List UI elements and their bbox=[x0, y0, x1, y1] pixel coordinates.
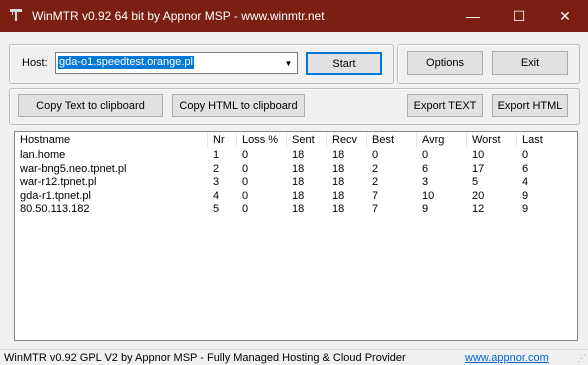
minimize-icon: — bbox=[466, 8, 480, 24]
host-label: Host: bbox=[22, 57, 48, 69]
cell-loss: 0 bbox=[242, 203, 249, 215]
cell-avrg: 3 bbox=[422, 176, 429, 188]
cell-avrg: 6 bbox=[422, 162, 429, 175]
title-bar: WinMTR v0.92 64 bit by Appnor MSP - www.… bbox=[0, 0, 588, 32]
cell-sent: 18 bbox=[292, 162, 305, 175]
cell-last: 6 bbox=[522, 162, 529, 175]
cell-avrg: 0 bbox=[422, 149, 429, 161]
column-header-last[interactable]: Last bbox=[517, 133, 577, 147]
cell-best: 7 bbox=[372, 203, 379, 215]
cell-nr: 3 bbox=[213, 176, 220, 188]
cell-last: 0 bbox=[522, 149, 529, 161]
cell-hostname: gda-r1.tpnet.pl bbox=[20, 189, 91, 202]
cell-loss: 0 bbox=[242, 176, 249, 188]
start-button[interactable]: Start bbox=[306, 52, 382, 75]
chevron-down-icon: ▼ bbox=[284, 58, 293, 68]
host-combobox[interactable]: gda-o1.speedtest.orange.pl ▼ bbox=[55, 52, 298, 74]
cell-sent: 18 bbox=[292, 176, 305, 188]
cell-nr: 4 bbox=[213, 189, 220, 202]
maximize-icon: ☐ bbox=[512, 7, 526, 24]
results-table[interactable]: Hostname Nr Loss % Sent Recv Best Avrg W… bbox=[14, 131, 578, 341]
cell-last: 4 bbox=[522, 176, 529, 188]
exit-button[interactable]: Exit bbox=[492, 51, 568, 75]
cell-best: 0 bbox=[372, 149, 379, 161]
cell-recv: 18 bbox=[332, 176, 345, 188]
cell-recv: 18 bbox=[332, 203, 345, 215]
cell-worst: 17 bbox=[472, 162, 485, 175]
cell-worst: 20 bbox=[472, 189, 485, 202]
column-header-hostname[interactable]: Hostname bbox=[15, 133, 208, 147]
cell-hostname: 80.50.113.182 bbox=[20, 203, 90, 215]
cell-nr: 2 bbox=[213, 162, 220, 175]
cell-hostname: war-bng5.neo.tpnet.pl bbox=[20, 162, 127, 175]
cell-avrg: 9 bbox=[422, 203, 429, 215]
column-header-best[interactable]: Best bbox=[367, 133, 417, 147]
cell-worst: 12 bbox=[472, 203, 485, 215]
host-input-value[interactable]: gda-o1.speedtest.orange.pl bbox=[58, 56, 194, 69]
cell-loss: 0 bbox=[242, 189, 249, 202]
cell-last: 9 bbox=[522, 189, 529, 202]
options-button[interactable]: Options bbox=[407, 51, 483, 75]
cell-sent: 18 bbox=[292, 189, 305, 202]
close-icon: ✕ bbox=[559, 7, 571, 24]
cell-sent: 18 bbox=[292, 203, 305, 215]
cell-hostname: war-r12.tpnet.pl bbox=[20, 176, 97, 188]
resize-grip-icon[interactable]: ⋰ bbox=[577, 353, 586, 364]
close-button[interactable]: ✕ bbox=[542, 0, 588, 32]
column-header-recv[interactable]: Recv bbox=[327, 133, 367, 147]
copy-html-button[interactable]: Copy HTML to clipboard bbox=[172, 94, 305, 117]
column-header-sent[interactable]: Sent bbox=[287, 133, 327, 147]
cell-worst: 5 bbox=[472, 176, 479, 188]
cell-nr: 1 bbox=[213, 149, 220, 161]
cell-best: 2 bbox=[372, 162, 379, 175]
appnor-link[interactable]: www.appnor.com bbox=[465, 352, 549, 364]
cell-hostname: lan.home bbox=[20, 149, 66, 161]
cell-recv: 18 bbox=[332, 149, 345, 161]
cell-last: 9 bbox=[522, 203, 529, 215]
status-text: WinMTR v0.92 GPL V2 by Appnor MSP - Full… bbox=[4, 352, 406, 364]
dropdown-arrow-button[interactable]: ▼ bbox=[280, 53, 297, 73]
cell-loss: 0 bbox=[242, 149, 249, 161]
cell-recv: 18 bbox=[332, 189, 345, 202]
cell-nr: 5 bbox=[213, 203, 220, 215]
export-text-button[interactable]: Export TEXT bbox=[407, 94, 483, 117]
column-header-worst[interactable]: Worst bbox=[467, 133, 517, 147]
column-header-loss[interactable]: Loss % bbox=[237, 133, 287, 147]
cell-loss: 0 bbox=[242, 162, 249, 175]
app-icon bbox=[10, 9, 22, 21]
status-bar: WinMTR v0.92 GPL V2 by Appnor MSP - Full… bbox=[0, 349, 588, 365]
minimize-button[interactable]: — bbox=[450, 0, 496, 32]
cell-recv: 18 bbox=[332, 162, 345, 175]
window-title: WinMTR v0.92 64 bit by Appnor MSP - www.… bbox=[32, 9, 325, 23]
maximize-button[interactable]: ☐ bbox=[496, 0, 542, 32]
cell-sent: 18 bbox=[292, 149, 305, 161]
cell-avrg: 10 bbox=[422, 189, 435, 202]
column-header-nr[interactable]: Nr bbox=[208, 133, 237, 147]
cell-best: 7 bbox=[372, 189, 379, 202]
cell-worst: 10 bbox=[472, 149, 485, 161]
cell-best: 2 bbox=[372, 176, 379, 188]
column-header-avrg[interactable]: Avrg bbox=[417, 133, 467, 147]
copy-text-button[interactable]: Copy Text to clipboard bbox=[18, 94, 163, 117]
export-html-button[interactable]: Export HTML bbox=[492, 94, 568, 117]
